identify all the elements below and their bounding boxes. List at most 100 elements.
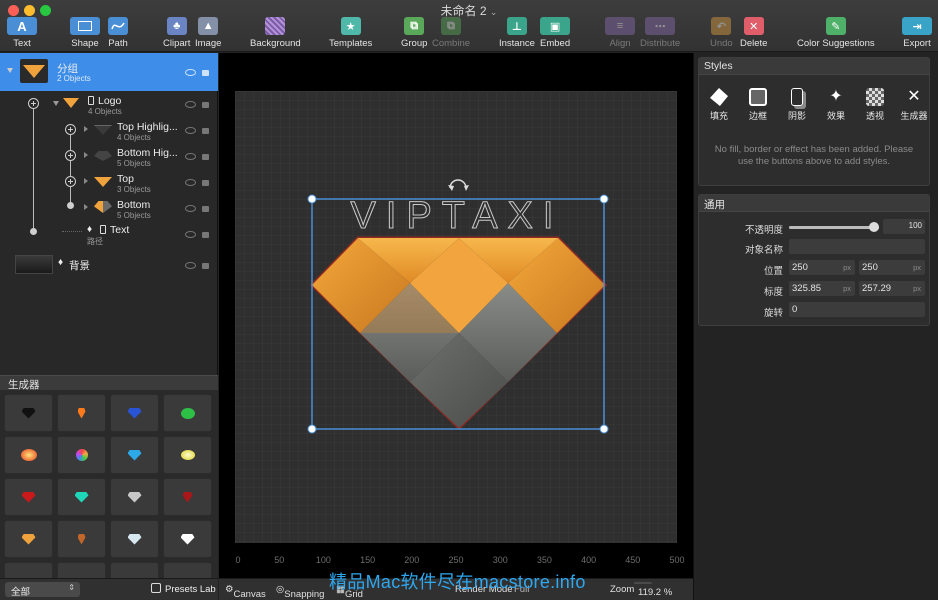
undo-button[interactable]: ↶ Undo <box>710 17 733 49</box>
shadow-style-button[interactable]: 阴影 <box>782 88 812 122</box>
add-icon[interactable] <box>65 150 76 161</box>
canvas-settings-button[interactable]: ⚙ Canvas <box>225 584 266 600</box>
generator-preset[interactable] <box>4 478 53 516</box>
path-tool-button[interactable]: Path <box>108 17 128 49</box>
generator-preset[interactable] <box>163 562 212 578</box>
generator-preset[interactable] <box>110 478 159 516</box>
disclosure-triangle-icon[interactable] <box>84 178 88 184</box>
lock-icon[interactable] <box>202 154 209 160</box>
logo-artwork[interactable]: VIPTAXI <box>235 91 677 543</box>
lock-icon[interactable] <box>202 180 209 186</box>
rotation-field[interactable]: 0 <box>789 302 925 317</box>
opacity-field[interactable]: 100 <box>883 219 925 234</box>
generator-preset[interactable] <box>163 394 212 432</box>
presets-lab-button[interactable]: Presets Lab <box>165 584 216 595</box>
zoom-select[interactable]: 119.2 % <box>634 582 672 598</box>
position-x-field[interactable]: 250 px <box>789 260 855 275</box>
generator-preset[interactable] <box>57 436 106 474</box>
logo-text[interactable]: VIPTAXI <box>350 195 564 238</box>
disclosure-triangle-icon[interactable] <box>7 68 13 73</box>
add-icon[interactable] <box>65 176 76 187</box>
add-icon[interactable] <box>28 98 39 109</box>
generator-preset[interactable] <box>110 520 159 558</box>
lock-icon[interactable] <box>202 102 209 108</box>
preset-filter-select[interactable]: 全部 ⇕ <box>5 582 80 598</box>
delete-button[interactable]: ✕ Delete <box>740 17 767 49</box>
generator-preset[interactable] <box>4 562 53 578</box>
canvas-area[interactable]: VIPTAXI 0 50 100 150 200 250 300 350 400 450 500 <box>219 53 693 578</box>
border-style-button[interactable]: 边框 <box>743 88 773 122</box>
width-field[interactable]: 325.85 px <box>789 281 855 296</box>
eye-icon[interactable] <box>185 127 196 134</box>
lock-icon[interactable] <box>202 128 209 134</box>
combine-button[interactable]: ⧉ Combine <box>432 17 470 49</box>
generator-style-button[interactable]: ✕ 生成器 <box>899 88 929 122</box>
opacity-slider-knob[interactable] <box>869 222 879 232</box>
generator-preset[interactable] <box>4 394 53 432</box>
resize-handle[interactable] <box>599 424 609 434</box>
artboard[interactable]: VIPTAXI <box>235 91 677 543</box>
instance-button[interactable]: ⊥ Instance <box>499 17 535 49</box>
generator-preset[interactable] <box>110 394 159 432</box>
layer-row-group[interactable]: 分组 2 Objects <box>0 53 218 91</box>
lock-icon[interactable] <box>202 263 209 269</box>
position-y-field[interactable]: 250 px <box>859 260 925 275</box>
background-button[interactable]: Background <box>250 17 301 49</box>
generator-preset[interactable] <box>57 520 106 558</box>
embed-button[interactable]: ▣ Embed <box>540 17 570 49</box>
opacity-slider[interactable] <box>789 222 879 232</box>
resize-handle[interactable] <box>307 424 317 434</box>
eye-icon[interactable] <box>185 69 196 76</box>
layer-row-top[interactable]: Top 3 Objects <box>0 169 218 195</box>
perspective-style-button[interactable]: 透视 <box>860 88 890 122</box>
add-icon[interactable] <box>65 124 76 135</box>
disclosure-triangle-icon[interactable] <box>84 204 88 210</box>
generator-preset[interactable] <box>57 562 106 578</box>
disclosure-triangle-icon[interactable] <box>84 126 88 132</box>
layer-row-logo[interactable]: Logo 4 Objects <box>0 91 218 117</box>
lock-icon[interactable] <box>202 232 209 238</box>
generator-preset[interactable] <box>57 478 106 516</box>
eye-icon[interactable] <box>185 179 196 186</box>
resize-handle[interactable] <box>599 194 609 204</box>
generator-preset[interactable] <box>163 478 212 516</box>
effects-style-button[interactable]: ✦ 效果 <box>821 88 851 122</box>
fill-style-button[interactable]: 填充 <box>704 88 734 122</box>
eye-icon[interactable] <box>185 101 196 108</box>
color-suggestions-button[interactable]: ✎ Color Suggestions <box>797 17 875 49</box>
align-button[interactable]: ≡ Align <box>605 17 635 49</box>
generator-preset[interactable] <box>57 394 106 432</box>
image-button[interactable]: ▲ Image <box>195 17 221 49</box>
generator-preset[interactable] <box>163 436 212 474</box>
export-button[interactable]: ⇥ Export <box>902 17 932 49</box>
generator-preset[interactable] <box>110 436 159 474</box>
eye-icon[interactable] <box>185 153 196 160</box>
lock-icon[interactable] <box>202 206 209 212</box>
resize-handle[interactable] <box>307 194 317 204</box>
layer-row-bottom[interactable]: Bottom 5 Objects <box>0 195 218 221</box>
group-button[interactable]: ⧉ Group <box>401 17 427 49</box>
eye-icon[interactable] <box>185 262 196 269</box>
height-field[interactable]: 257.29 px <box>859 281 925 296</box>
shape-tool-button[interactable]: Shape <box>70 17 100 49</box>
clipart-button[interactable]: ♣ Clipart <box>163 17 190 49</box>
generator-preset[interactable] <box>4 520 53 558</box>
templates-button[interactable]: ★ Templates <box>329 17 372 49</box>
object-name-field[interactable] <box>789 239 925 254</box>
distribute-button[interactable]: ⋯ Distribute <box>640 17 680 49</box>
layer-row-bottom-highlight[interactable]: Bottom Hig... 5 Objects <box>0 143 218 169</box>
layer-row-top-highlight[interactable]: Top Highlig... 4 Objects <box>0 117 218 143</box>
eye-icon[interactable] <box>185 231 196 238</box>
disclosure-triangle-icon[interactable] <box>84 152 88 158</box>
generator-preset[interactable] <box>110 562 159 578</box>
text-tool-button[interactable]: A Text <box>7 17 37 49</box>
disclosure-triangle-icon[interactable] <box>53 101 59 106</box>
generator-preset[interactable] <box>4 436 53 474</box>
presets-lab-icon[interactable] <box>151 583 161 593</box>
snapping-toggle[interactable]: ◎ Snapping <box>276 584 324 600</box>
eye-icon[interactable] <box>185 205 196 212</box>
layer-row-background[interactable]: ♦ 背景 <box>0 253 218 277</box>
generator-preset[interactable] <box>163 520 212 558</box>
layer-row-text[interactable]: ♦ Text 路径 <box>0 221 218 247</box>
lock-icon[interactable] <box>202 70 209 76</box>
